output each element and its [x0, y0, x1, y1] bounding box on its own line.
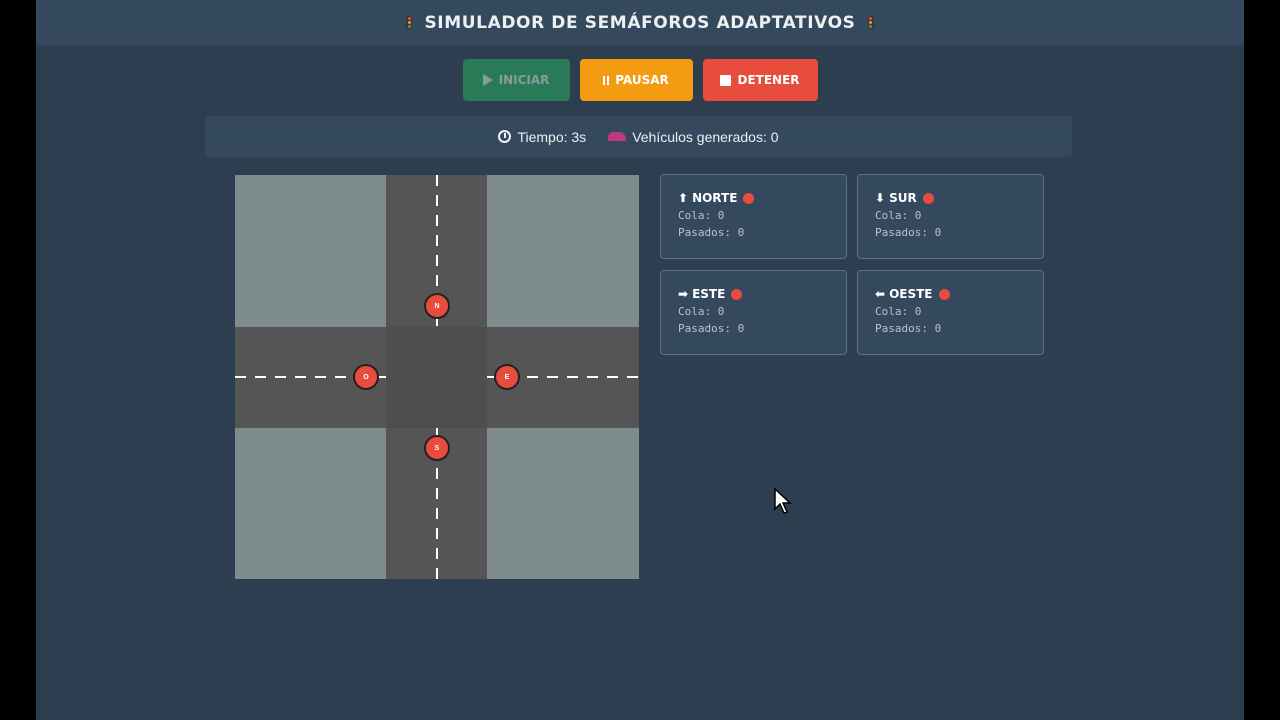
direction-card-south: ⬇ SUR Cola: 0 Pasados: 0: [857, 174, 1044, 259]
stop-button-label: DETENER: [737, 73, 800, 87]
queue-count: Cola: 0: [678, 305, 725, 318]
time-value: Tiempo: 3s: [517, 128, 587, 145]
queue-count: Cola: 0: [875, 209, 922, 222]
time-stat: Tiempo: 3s: [498, 129, 586, 145]
stats-bar: Tiempo: 3s Vehículos generados: 0: [205, 116, 1072, 157]
arrow-right-icon: ➡: [678, 287, 689, 301]
play-icon: [482, 74, 493, 86]
direction-cards: ⬆ NORTE Cola: 0 Pasados: 0 ⬇ SUR Cola: 0…: [660, 174, 1044, 355]
traffic-light-south: S: [424, 435, 450, 461]
pause-icon: [603, 75, 610, 85]
traffic-light-west: O: [353, 364, 379, 390]
direction-card-north: ⬆ NORTE Cola: 0 Pasados: 0: [660, 174, 847, 259]
direction-card-east: ➡ ESTE Cola: 0 Pasados: 0: [660, 270, 847, 355]
vehicles-stat: Vehículos generados: 0: [608, 128, 779, 145]
traffic-light-icon: [406, 15, 413, 30]
direction-name: OESTE: [889, 287, 933, 301]
direction-card-west: ⬅ OESTE Cola: 0 Pasados: 0: [857, 270, 1044, 355]
start-button-label: INICIAR: [498, 73, 550, 87]
stop-icon: [720, 74, 732, 86]
direction-name: ESTE: [692, 287, 726, 301]
pause-button-label: PAUSAR: [615, 73, 669, 87]
start-button[interactable]: INICIAR: [462, 59, 570, 101]
direction-name: NORTE: [692, 191, 738, 205]
stopwatch-icon: [498, 130, 512, 143]
status-light-icon: [731, 288, 743, 300]
arrow-up-icon: ⬆: [678, 191, 689, 205]
car-icon: [608, 132, 627, 141]
arrow-left-icon: ⬅: [875, 287, 886, 301]
pause-button[interactable]: PAUSAR: [579, 59, 693, 101]
intersection-canvas: N O E S: [235, 175, 639, 579]
vehicles-value: Vehículos generados: 0: [632, 128, 779, 145]
header-bar: SIMULADOR DE SEMÁFOROS ADAPTATIVOS: [36, 0, 1244, 45]
arrow-down-icon: ⬇: [875, 191, 886, 205]
traffic-light-north: N: [424, 293, 450, 319]
passed-count: Pasados: 0: [678, 226, 745, 239]
control-bar: INICIAR PAUSAR DETENER: [36, 59, 1244, 101]
page-title: SIMULADOR DE SEMÁFOROS ADAPTATIVOS: [424, 12, 856, 33]
intersection-center: [386, 327, 487, 428]
queue-count: Cola: 0: [875, 305, 922, 318]
traffic-light-east: E: [494, 364, 520, 390]
traffic-light-icon: [867, 15, 874, 30]
queue-count: Cola: 0: [678, 209, 725, 222]
status-light-icon: [938, 288, 950, 300]
stop-button[interactable]: DETENER: [702, 59, 818, 101]
passed-count: Pasados: 0: [875, 226, 942, 239]
direction-name: SUR: [889, 191, 917, 205]
mouse-cursor-icon: [774, 488, 792, 514]
passed-count: Pasados: 0: [875, 322, 942, 335]
app-window: SIMULADOR DE SEMÁFOROS ADAPTATIVOS INICI…: [36, 0, 1244, 720]
passed-count: Pasados: 0: [678, 322, 745, 335]
status-light-icon: [922, 192, 934, 204]
status-light-icon: [743, 192, 755, 204]
